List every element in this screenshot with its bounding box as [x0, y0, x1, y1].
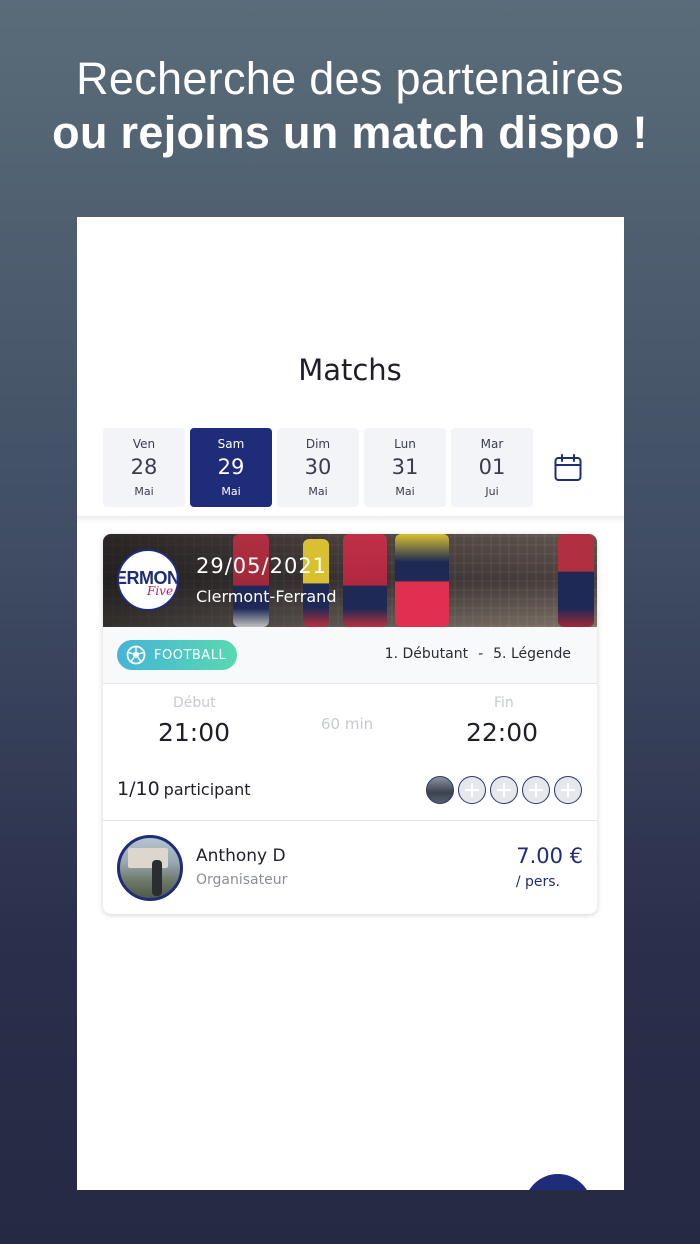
- end-time: 22:00: [466, 718, 539, 747]
- empty-slot[interactable]: [522, 776, 550, 804]
- participants-count: 1/10 participant: [117, 778, 251, 800]
- date-chip-month: Mai: [134, 485, 154, 498]
- date-chip-dow: Mar: [480, 437, 504, 451]
- header-shadow: [77, 516, 624, 524]
- banner-player-figure: [233, 534, 269, 627]
- match-banner-image: ERMON Five 29/05/2021 Clermont-Ferrand: [103, 534, 597, 627]
- banner-player-figure: [343, 534, 387, 627]
- avatar-photo-person: [152, 860, 162, 896]
- floating-action-button[interactable]: [524, 1174, 592, 1190]
- empty-slot[interactable]: [490, 776, 518, 804]
- date-chip-dow: Lun: [394, 437, 416, 451]
- date-chip-day: 29: [217, 455, 245, 479]
- start-label: Début: [173, 695, 216, 711]
- date-chip-dow: Ven: [132, 437, 156, 451]
- plus-icon: [465, 783, 479, 797]
- price-unit: / pers.: [515, 874, 560, 890]
- date-chip-3[interactable]: Lun 31 Mai: [364, 428, 446, 507]
- banner-player-figure: [558, 534, 594, 627]
- level-range: 1. Débutant -5. Légende: [385, 646, 571, 662]
- date-chip-2[interactable]: Dim 30 Mai: [277, 428, 359, 507]
- duration: 60 min: [321, 715, 374, 733]
- page-title: Matchs: [298, 353, 402, 387]
- date-chip-0[interactable]: Ven 28 Mai: [103, 428, 185, 507]
- match-date: 29/05/2021: [196, 554, 328, 578]
- plus-icon: [497, 783, 511, 797]
- participants-number: 1/10: [117, 778, 160, 800]
- date-chip-month: Mai: [308, 485, 328, 498]
- avatar-photo-building: [128, 848, 168, 868]
- organizer-row[interactable]: Anthony D Organisateur 7.00 € / pers.: [103, 820, 597, 914]
- sport-badge: FOOTBALL: [117, 640, 237, 670]
- level-separator: -: [478, 646, 484, 662]
- fab-clip: [77, 1170, 624, 1190]
- headline-line-2: ou rejoins un match dispo !: [52, 107, 648, 158]
- empty-slot[interactable]: [554, 776, 582, 804]
- banner-player-figure: [395, 534, 449, 627]
- level-max: 5. Légende: [493, 646, 571, 662]
- organizer-avatar: [117, 835, 183, 901]
- date-chip-day: 30: [304, 455, 332, 479]
- end-label: Fin: [494, 695, 514, 711]
- date-chip-month: Mai: [395, 485, 415, 498]
- banner-player-figure: [303, 539, 329, 627]
- date-chip-dow: Sam: [217, 437, 245, 451]
- calendar-icon[interactable]: [554, 454, 582, 482]
- match-city: Clermont-Ferrand: [196, 587, 337, 606]
- start-time: 21:00: [158, 718, 231, 747]
- match-card[interactable]: ERMON Five 29/05/2021 Clermont-Ferrand F…: [103, 534, 597, 914]
- date-chip-day: 31: [391, 455, 419, 479]
- participants-word: participant: [163, 780, 251, 799]
- date-chip-4[interactable]: Mar 01 Jui: [451, 428, 533, 507]
- match-price: 7.00 €: [516, 844, 583, 868]
- date-chip-dow: Dim: [305, 437, 331, 451]
- date-chip-month: Jui: [485, 485, 499, 498]
- date-chip-1-selected[interactable]: Sam 29 Mai: [190, 428, 272, 507]
- date-chip-day: 01: [478, 455, 506, 479]
- match-info-row: FOOTBALL 1. Débutant -5. Légende: [103, 627, 597, 684]
- club-logo-subtext: Five: [147, 584, 174, 598]
- date-chip-day: 28: [130, 455, 158, 479]
- club-logo: ERMON Five: [117, 549, 179, 611]
- football-icon: [126, 645, 146, 665]
- plus-icon: [529, 783, 543, 797]
- organizer-name: Anthony D: [196, 846, 286, 866]
- sport-label: FOOTBALL: [154, 648, 227, 663]
- empty-slot[interactable]: [458, 776, 486, 804]
- level-min: 1. Débutant: [384, 646, 469, 662]
- headline: Recherche des partenaires ou rejoins un …: [0, 52, 700, 160]
- organizer-role: Organisateur: [196, 872, 288, 888]
- plus-icon: [561, 783, 575, 797]
- headline-line-1: Recherche des partenaires: [76, 53, 624, 104]
- participant-avatar[interactable]: [426, 776, 454, 804]
- date-chip-month: Mai: [221, 485, 241, 498]
